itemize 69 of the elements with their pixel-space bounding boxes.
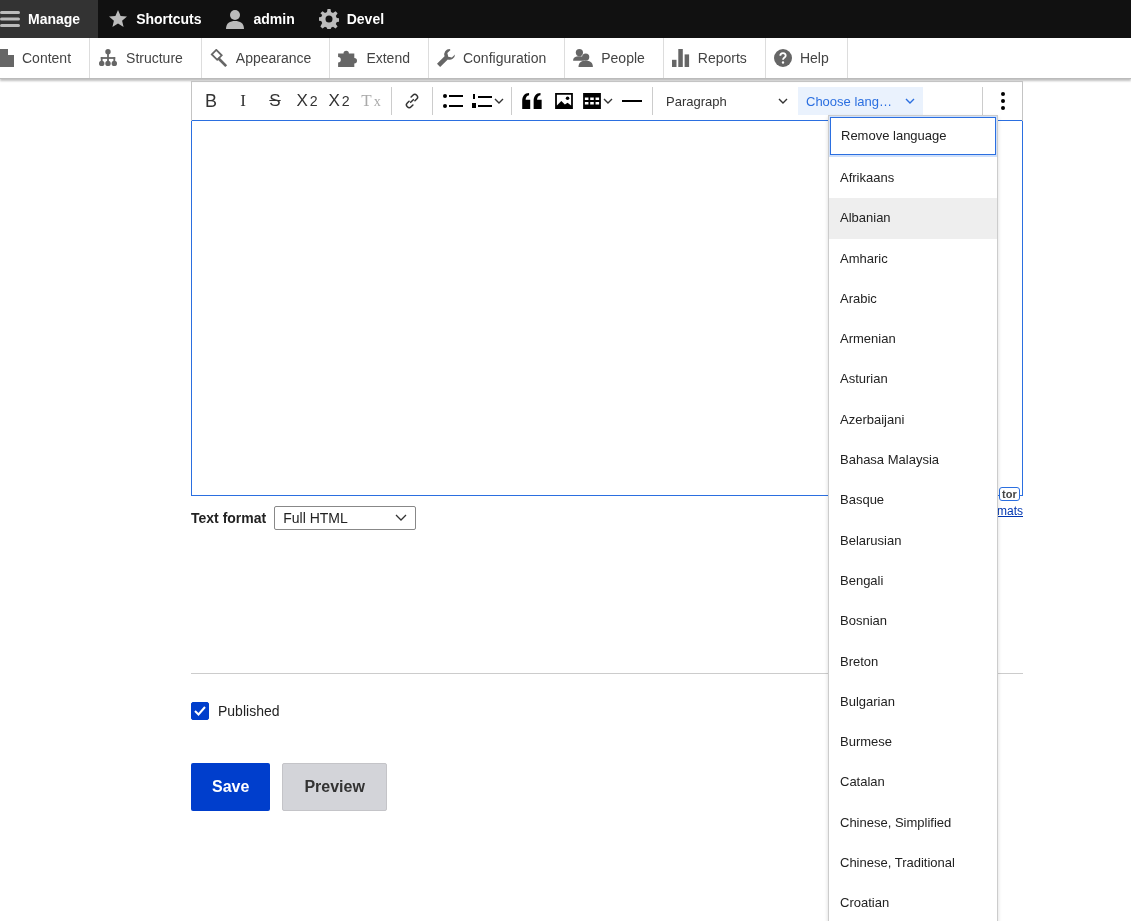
link-icon <box>404 93 420 109</box>
numbered-list-icon <box>472 93 492 109</box>
field-label: Text format <box>191 510 267 526</box>
menu-item[interactable]: Help <box>765 38 848 78</box>
toolbar-tab[interactable]: admin <box>215 0 309 38</box>
published-checkbox[interactable] <box>191 702 209 720</box>
language-option[interactable]: Armenian <box>829 319 997 360</box>
toolbar-tab[interactable]: Shortcuts <box>98 0 216 38</box>
format-select[interactable]: Full HTML <box>274 506 417 530</box>
save-button[interactable]: Save <box>191 763 271 811</box>
language-option[interactable]: Belarusian <box>829 520 997 561</box>
document-icon <box>0 49 14 67</box>
formats-link[interactable]: mats <box>997 504 1023 518</box>
language-option[interactable]: Albanian <box>829 198 997 239</box>
language-option[interactable]: Remove language <box>830 117 996 155</box>
menu-item[interactable]: Content <box>0 38 91 78</box>
language-option[interactable]: Catalan <box>829 762 997 803</box>
menu-item[interactable]: Reports <box>663 38 766 78</box>
language-option[interactable]: Basque <box>829 480 997 521</box>
menu-item[interactable]: Configuration <box>428 38 566 78</box>
caret-icon <box>905 98 915 104</box>
wrench-icon <box>436 49 455 67</box>
table-icon <box>583 93 601 109</box>
language-option[interactable]: Bengali <box>829 560 997 602</box>
check-icon <box>194 706 206 716</box>
language-option[interactable]: Bahasa Malaysia <box>829 440 997 481</box>
hierarchy-icon <box>98 49 119 67</box>
people-icon <box>573 49 594 67</box>
language-option[interactable]: Afrikaans <box>829 158 997 199</box>
chevron-icon <box>395 514 408 522</box>
toolbar-tab[interactable]: Devel <box>308 0 399 38</box>
horizontal-line-icon <box>622 99 642 103</box>
menu-item[interactable]: Structure <box>90 38 202 78</box>
quote-icon <box>521 93 543 109</box>
gear-icon <box>318 9 339 29</box>
checkbox-label: Published <box>218 703 280 719</box>
menu-icon <box>0 11 20 27</box>
format-button[interactable]: I <box>228 86 258 116</box>
language-option[interactable]: Arabic <box>829 278 997 320</box>
editor-label: tor <box>999 487 1020 501</box>
language-dropdown-button[interactable]: Choose lang… <box>798 87 923 115</box>
language-option[interactable]: Azerbaijani <box>829 399 997 441</box>
preview-button[interactable]: Preview <box>282 763 387 811</box>
brush-icon <box>209 49 228 67</box>
format-button[interactable]: B <box>196 86 226 116</box>
bulleted-list-icon <box>443 93 463 109</box>
user-icon <box>225 9 246 29</box>
puzzle-icon <box>338 49 359 67</box>
language-option[interactable]: Croatian <box>829 883 997 921</box>
language-option[interactable]: Bulgarian <box>829 681 997 723</box>
menu-item[interactable]: Extend <box>330 38 429 78</box>
language-option[interactable]: Chinese, Simplified <box>829 802 997 844</box>
language-option[interactable]: Amharic <box>829 238 997 279</box>
menu-item[interactable]: Appearance <box>201 38 331 78</box>
help-icon <box>773 49 792 67</box>
menu-item[interactable]: People <box>565 38 664 78</box>
format-button[interactable]: S <box>260 86 290 116</box>
heading-dropdown[interactable]: Paragraph <box>658 87 796 115</box>
toolbar-tab[interactable]: Manage <box>0 0 99 38</box>
more-icon <box>1001 92 1005 110</box>
image-icon <box>555 93 573 109</box>
caret-icon <box>778 98 788 104</box>
language-option[interactable]: Asturian <box>829 359 997 400</box>
bar-chart-icon <box>671 49 690 67</box>
star-icon <box>108 9 129 29</box>
language-option[interactable]: Bosnian <box>829 601 997 642</box>
language-option[interactable]: Burmese <box>829 722 997 763</box>
language-option[interactable]: Chinese, Traditional <box>829 843 997 884</box>
language-option[interactable]: Breton <box>829 641 997 682</box>
